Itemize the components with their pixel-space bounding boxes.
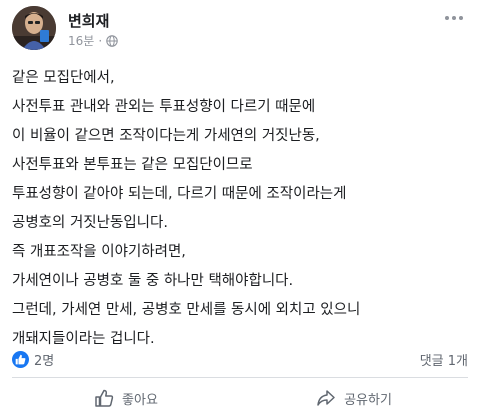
comments-count[interactable]: 댓글 1개 <box>420 350 468 369</box>
post-text-line: 공병호의 거짓난동입니다. <box>12 215 168 231</box>
post-text: 같은 모집단에서, 사전투표 관내와 관외는 투표성향이 다르기 때문에 이 비… <box>12 68 468 358</box>
likes-count: 2명 <box>34 354 55 369</box>
share-button-label: 공유하기 <box>344 392 392 408</box>
post-text-line: 사전투표와 본투표는 같은 모집단이므로 <box>12 157 253 173</box>
like-button-label: 좋아요 <box>122 392 158 408</box>
more-options-icon[interactable] <box>442 10 466 26</box>
post-text-line: 그런데, 가세연 만세, 공병호 만세를 동시에 외치고 있으니 <box>12 302 361 318</box>
share-button[interactable]: 공유하기 <box>240 382 468 414</box>
more-dot <box>459 16 463 20</box>
post-text-line: 사전투표 관내와 관외는 투표성향이 다르기 때문에 <box>12 99 316 115</box>
thumbs-up-icon <box>95 389 114 407</box>
more-dot <box>445 16 449 20</box>
post-text-line: 가세연이나 공병호 둘 중 하나만 택해야합니다. <box>12 273 294 289</box>
author-name[interactable]: 변희재 <box>68 10 109 31</box>
meta-separator: · <box>98 33 103 48</box>
globe-icon <box>106 34 118 47</box>
share-arrow-icon <box>317 390 335 406</box>
facebook-post: 변희재 16분 · 같은 모집단에서, 사전투표 관내와 관외는 투표성향이 다… <box>0 0 480 416</box>
post-time[interactable]: 16분 <box>68 32 94 49</box>
post-text-line: 같은 모집단에서, <box>12 70 115 86</box>
post-header: 변희재 16분 · <box>12 6 468 56</box>
post-text-line: 투표성향이 같아야 되는데, 다르기 때문에 조작이라는게 <box>12 186 347 202</box>
post-text-line: 이 비율이 같으면 조작이다는게 가세연의 거짓난동, <box>12 128 320 144</box>
more-dot <box>452 16 456 20</box>
avatar-photo <box>12 6 56 50</box>
post-actions: 좋아요 공유하기 <box>12 382 468 414</box>
post-meta: 16분 · <box>68 32 118 49</box>
like-reaction-icon <box>12 351 29 368</box>
post-stats: 2명 댓글 1개 <box>12 350 468 369</box>
like-button[interactable]: 좋아요 <box>12 382 240 414</box>
post-text-line: 즉 개표조작을 이야기하려면, <box>12 244 186 260</box>
author-avatar[interactable] <box>12 6 56 50</box>
divider <box>12 377 468 378</box>
reactions-summary[interactable]: 2명 <box>12 350 54 369</box>
